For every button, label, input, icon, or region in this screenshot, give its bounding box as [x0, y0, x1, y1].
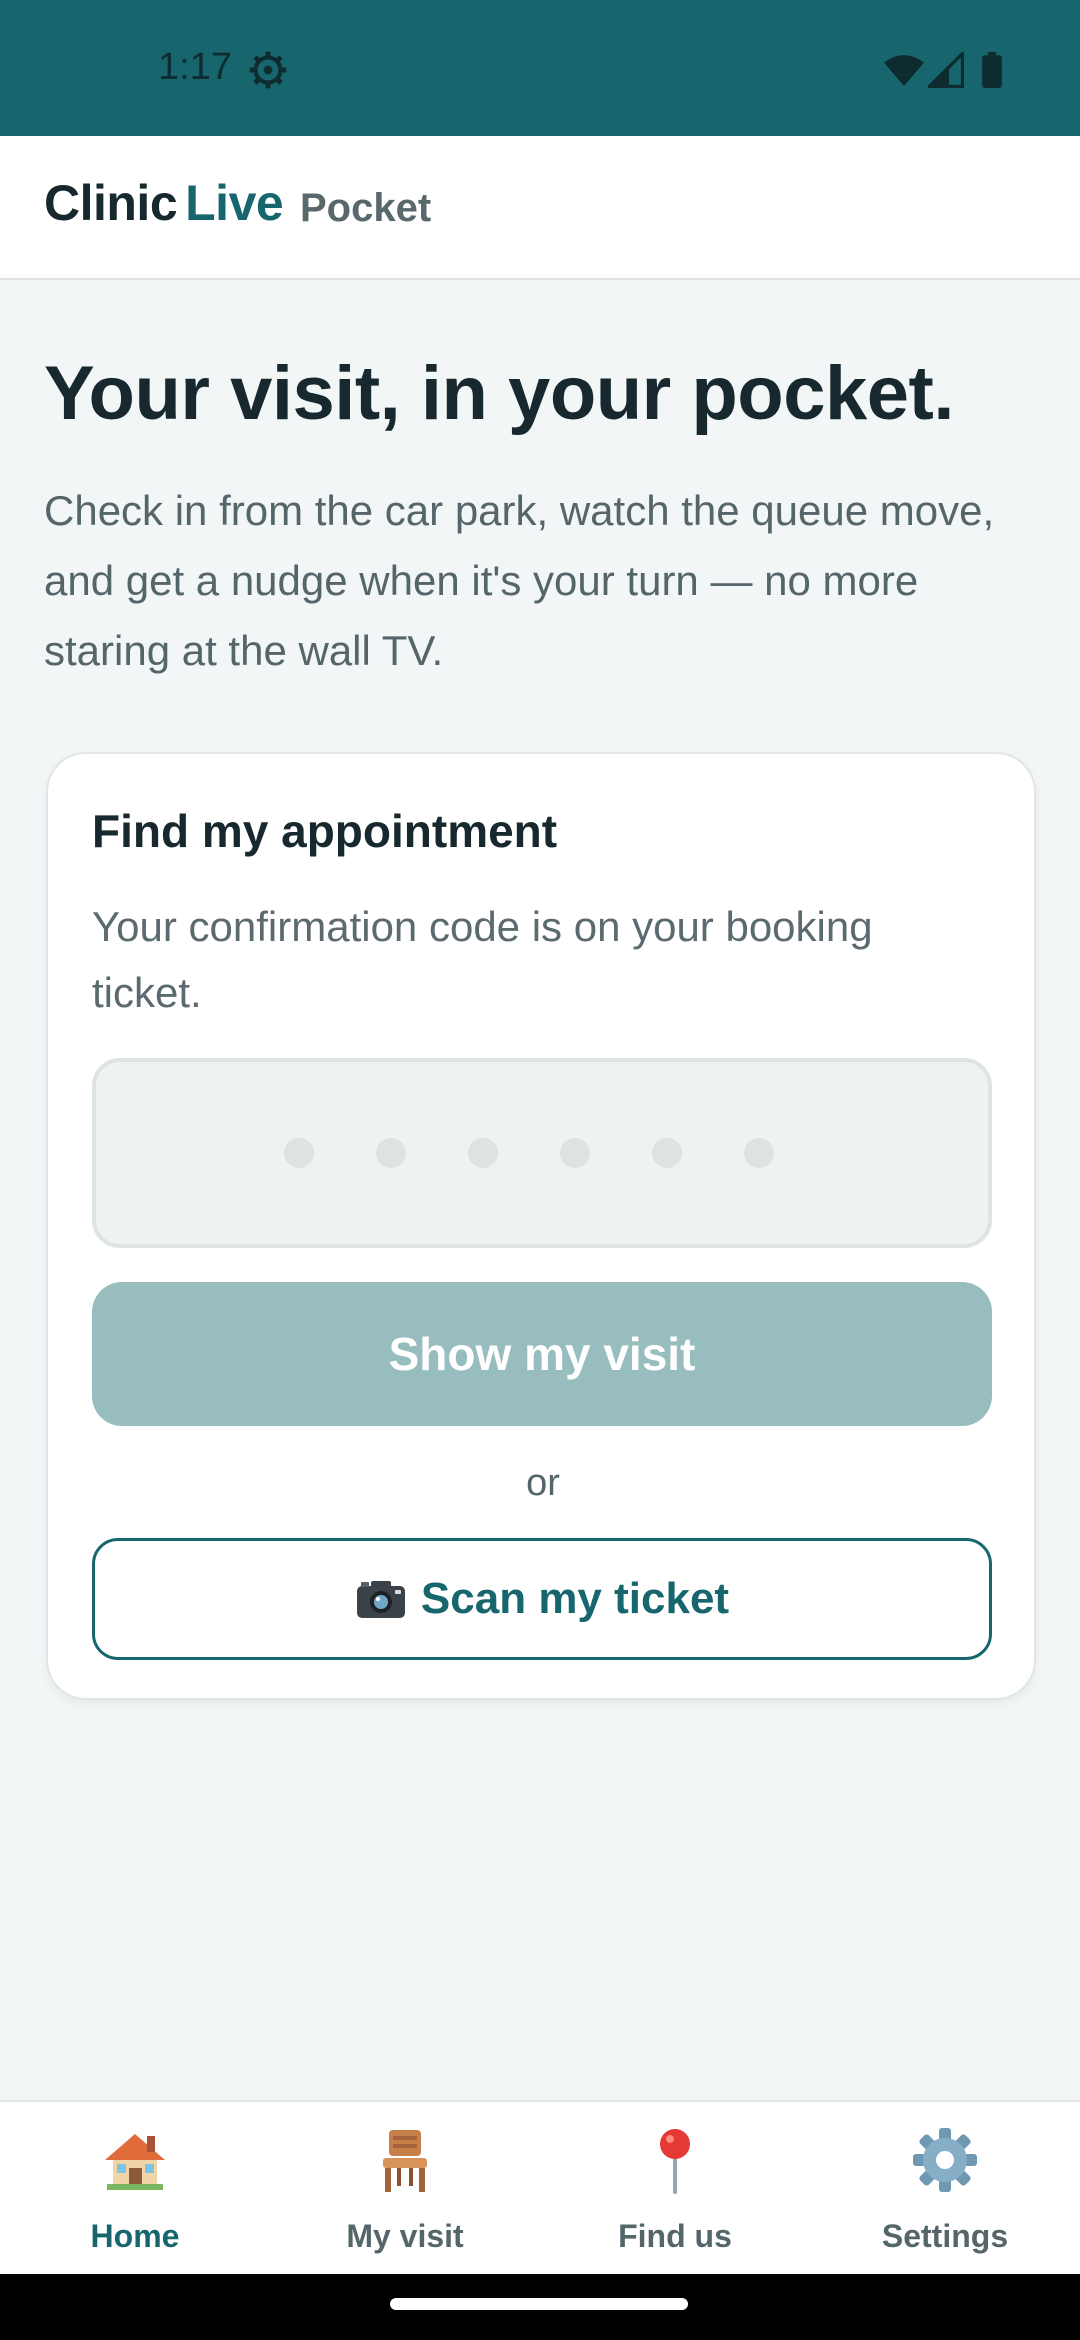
code-digit-placeholder: [744, 1138, 774, 1168]
map-pin-icon: [660, 2129, 690, 2194]
find-appointment-card: Find my appointment Your confirmation co…: [46, 752, 1036, 1700]
nav-label-my-visit: My visit: [346, 2218, 464, 2254]
brand-logo: Clinic Live: [44, 174, 284, 232]
nav-item-home[interactable]: Home: [0, 2102, 270, 2276]
status-bar: 1:17: [0, 0, 1080, 136]
nav-label-home: Home: [90, 2218, 180, 2254]
chair-icon: [383, 2130, 427, 2192]
confirmation-code-input[interactable]: [92, 1058, 992, 1248]
code-digit-placeholder: [284, 1138, 314, 1168]
house-icon: [105, 2134, 165, 2190]
nav-item-find-us[interactable]: Find us: [540, 2102, 810, 2276]
nav-label-find-us: Find us: [618, 2218, 732, 2254]
settings-notification-icon: [249, 51, 287, 89]
code-digit-placeholder: [560, 1138, 590, 1168]
cell-signal-icon: [928, 52, 964, 88]
gear-icon: [913, 2128, 977, 2192]
or-divider: or: [526, 1462, 560, 1504]
show-my-visit-button[interactable]: Show my visit: [92, 1282, 992, 1426]
scan-ticket-label: Scan my ticket: [420, 1574, 730, 1623]
app-header: Clinic Live Pocket: [0, 136, 1080, 280]
card-title: Find my appointment: [92, 805, 558, 857]
scan-ticket-button[interactable]: Scan my ticket: [92, 1538, 992, 1660]
nav-item-settings[interactable]: Settings: [810, 2102, 1080, 2276]
battery-icon: [982, 52, 1002, 88]
code-digit-placeholder: [652, 1138, 682, 1168]
brand-live: Live: [185, 175, 284, 231]
card-description: Your confirmation code is on your bookin…: [92, 903, 873, 1016]
wifi-icon: [884, 55, 924, 86]
hero-description: Check in from the car park, watch the qu…: [44, 487, 995, 674]
status-time: 1:17: [158, 46, 232, 88]
system-gesture-bar: [0, 2274, 1080, 2340]
hero-title: Your visit, in your pocket.: [44, 351, 954, 436]
nav-label-settings: Settings: [881, 2218, 1009, 2254]
code-digit-placeholder: [468, 1138, 498, 1168]
nav-item-my-visit[interactable]: My visit: [270, 2102, 540, 2276]
brand-clinic: Clinic: [44, 175, 178, 231]
brand-subtitle: Pocket: [300, 186, 432, 230]
home-gesture-handle[interactable]: [390, 2298, 688, 2310]
bottom-navigation: Home My visit Find us Settings: [0, 2100, 1080, 2274]
code-digit-placeholder: [376, 1138, 406, 1168]
camera-icon: [356, 1581, 405, 1618]
